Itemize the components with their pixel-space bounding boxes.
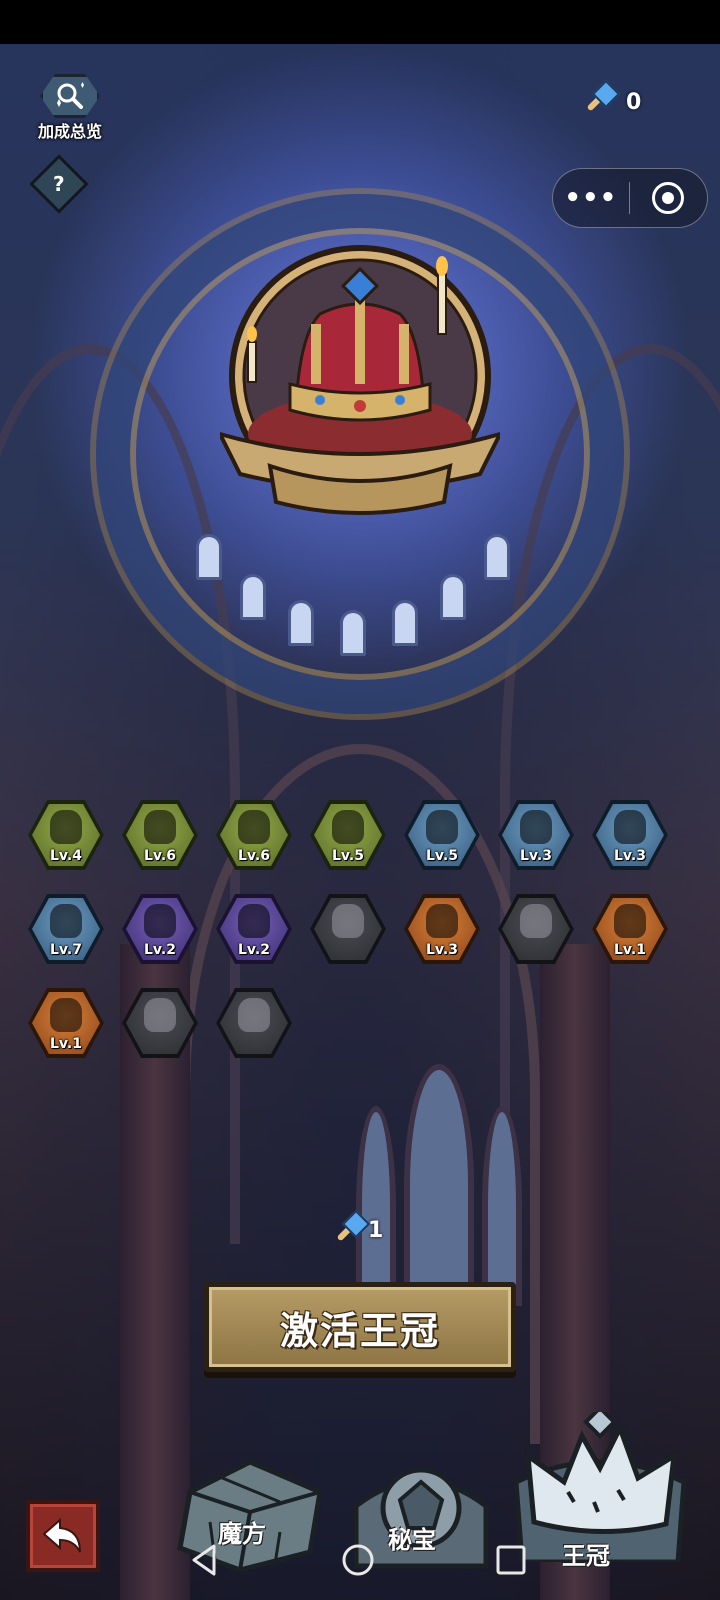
fish-icon: [238, 998, 270, 1032]
more-menu-button[interactable]: •••: [553, 183, 629, 213]
gothic-window: [356, 1106, 396, 1306]
relic-level: Lv.3: [520, 848, 552, 864]
system-back-icon[interactable]: [188, 1542, 220, 1578]
relic-level: Lv.7: [50, 942, 82, 958]
dome-window: [340, 610, 366, 656]
creature-icon: [614, 904, 646, 938]
relic-level: Lv.2: [238, 942, 270, 958]
relic-level: Lv.4: [50, 848, 82, 864]
relic-level: Lv.6: [144, 848, 176, 864]
gothic-window: [404, 1064, 474, 1304]
relic-level: Lv.2: [144, 942, 176, 958]
target-icon: [652, 182, 685, 214]
crown-icon: [144, 998, 176, 1032]
dome-window: [392, 600, 418, 646]
relic-level: Lv.5: [332, 848, 364, 864]
cost-value: 1: [368, 1217, 384, 1243]
dome-window: [288, 600, 314, 646]
gothic-window: [482, 1106, 522, 1306]
gem-key-icon: [584, 79, 621, 122]
helmet-icon: [520, 810, 552, 844]
dome-window: [196, 534, 222, 580]
fist-icon: [50, 904, 82, 938]
system-navigation-bar: [0, 1530, 720, 1600]
help-icon: ?: [53, 171, 65, 196]
magnifier-icon: [40, 74, 100, 118]
system-recents-icon[interactable]: [494, 1542, 528, 1578]
crown-emblem: [216, 234, 504, 524]
relic-level: Lv.1: [50, 1036, 82, 1052]
dome-window: [440, 574, 466, 620]
gem-key-icon: [334, 1209, 371, 1248]
bat-icon: [50, 998, 82, 1032]
relic-level: Lv.1: [614, 942, 646, 958]
activate-crown-label: 激活王冠: [279, 1308, 440, 1353]
witch-hat-icon: [238, 904, 270, 938]
relic-level: Lv.5: [426, 848, 458, 864]
bird-icon: [332, 810, 364, 844]
close-button[interactable]: [630, 182, 708, 214]
dome-window: [240, 574, 266, 620]
bone-icon: [144, 810, 176, 844]
horns-icon: [332, 904, 364, 938]
mummy-icon: [614, 810, 646, 844]
system-home-icon[interactable]: [340, 1542, 376, 1578]
octopus-icon: [426, 904, 458, 938]
activate-crown-button[interactable]: 激活王冠: [204, 1282, 516, 1372]
bonus-overview-label: 加成总览: [37, 122, 102, 141]
dome-window: [484, 534, 510, 580]
horned-helmet-icon: [144, 904, 176, 938]
relic-level: Lv.6: [238, 848, 270, 864]
relic-level: Lv.3: [614, 848, 646, 864]
flame-icon: [520, 904, 552, 938]
mini-program-capsule: •••: [552, 168, 708, 228]
bonus-overview-button[interactable]: 加成总览: [30, 74, 110, 141]
hat-figure-icon: [238, 810, 270, 844]
relic-level: Lv.3: [426, 942, 458, 958]
ghost-silhouette-icon: [50, 810, 82, 844]
currency-value: 0: [626, 89, 642, 115]
rabbit-icon: [426, 810, 458, 844]
activation-cost: 1: [334, 1209, 384, 1248]
status-bar: [0, 0, 720, 44]
gem-currency: 0: [584, 79, 642, 122]
